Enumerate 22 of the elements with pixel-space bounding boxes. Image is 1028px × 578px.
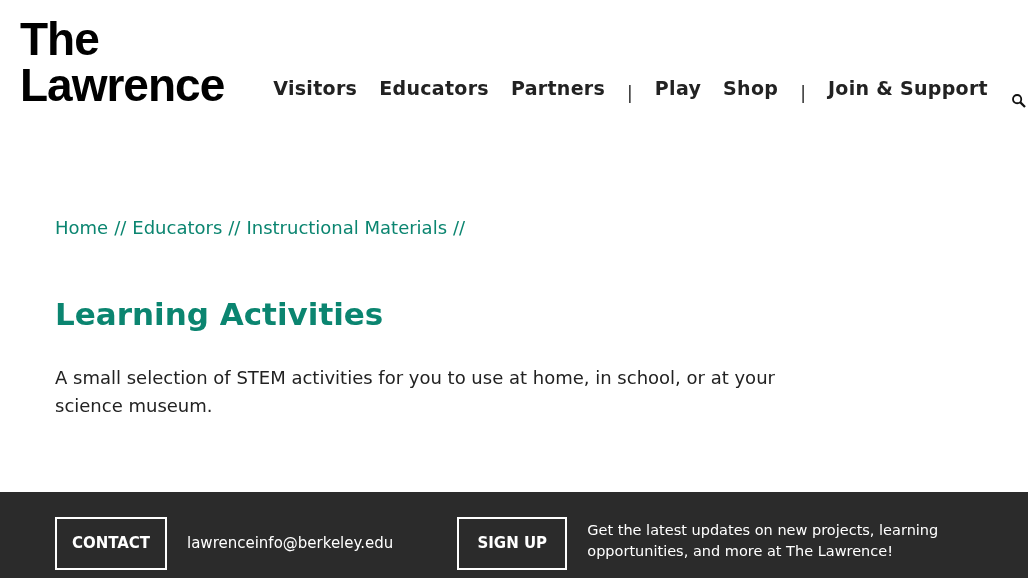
breadcrumb-separator: // <box>114 216 127 240</box>
search-icon[interactable] <box>1010 92 1028 110</box>
email-link[interactable]: lawrenceinfo@berkeley.edu <box>187 532 394 555</box>
contact-button[interactable]: CONTACT <box>55 517 167 570</box>
nav-link[interactable]: Visitors <box>273 74 358 103</box>
nav-link[interactable]: Partners <box>510 74 606 103</box>
signup-button[interactable]: SIGN UP <box>457 517 568 570</box>
breadcrumb-link[interactable]: Educators <box>132 214 223 241</box>
breadcrumb-separator: // <box>453 216 466 240</box>
site-logo[interactable]: The Lawrence <box>20 16 260 130</box>
nav-separator: | <box>627 81 633 105</box>
breadcrumb-link[interactable]: Home <box>55 214 109 241</box>
page-heading: Learning Activities <box>55 295 385 334</box>
nav-link[interactable]: Shop <box>723 74 779 103</box>
breadcrumb-separator: // <box>228 216 241 240</box>
nav-separator: | <box>800 81 806 105</box>
breadcrumb-link[interactable]: Instructional Materials <box>246 214 447 241</box>
nav-link[interactable]: Educators <box>379 74 489 103</box>
nav-link[interactable]: Join & Support <box>827 74 988 103</box>
nav-link[interactable]: Play <box>654 74 702 103</box>
intro-paragraph: A small selection of STEM activities for you to use at home, in school, or at your science museum. <box>55 365 776 418</box>
signup-description: Get the latest updates on new projects, learning opportunities, and more at The Lawrence! <box>587 521 940 561</box>
